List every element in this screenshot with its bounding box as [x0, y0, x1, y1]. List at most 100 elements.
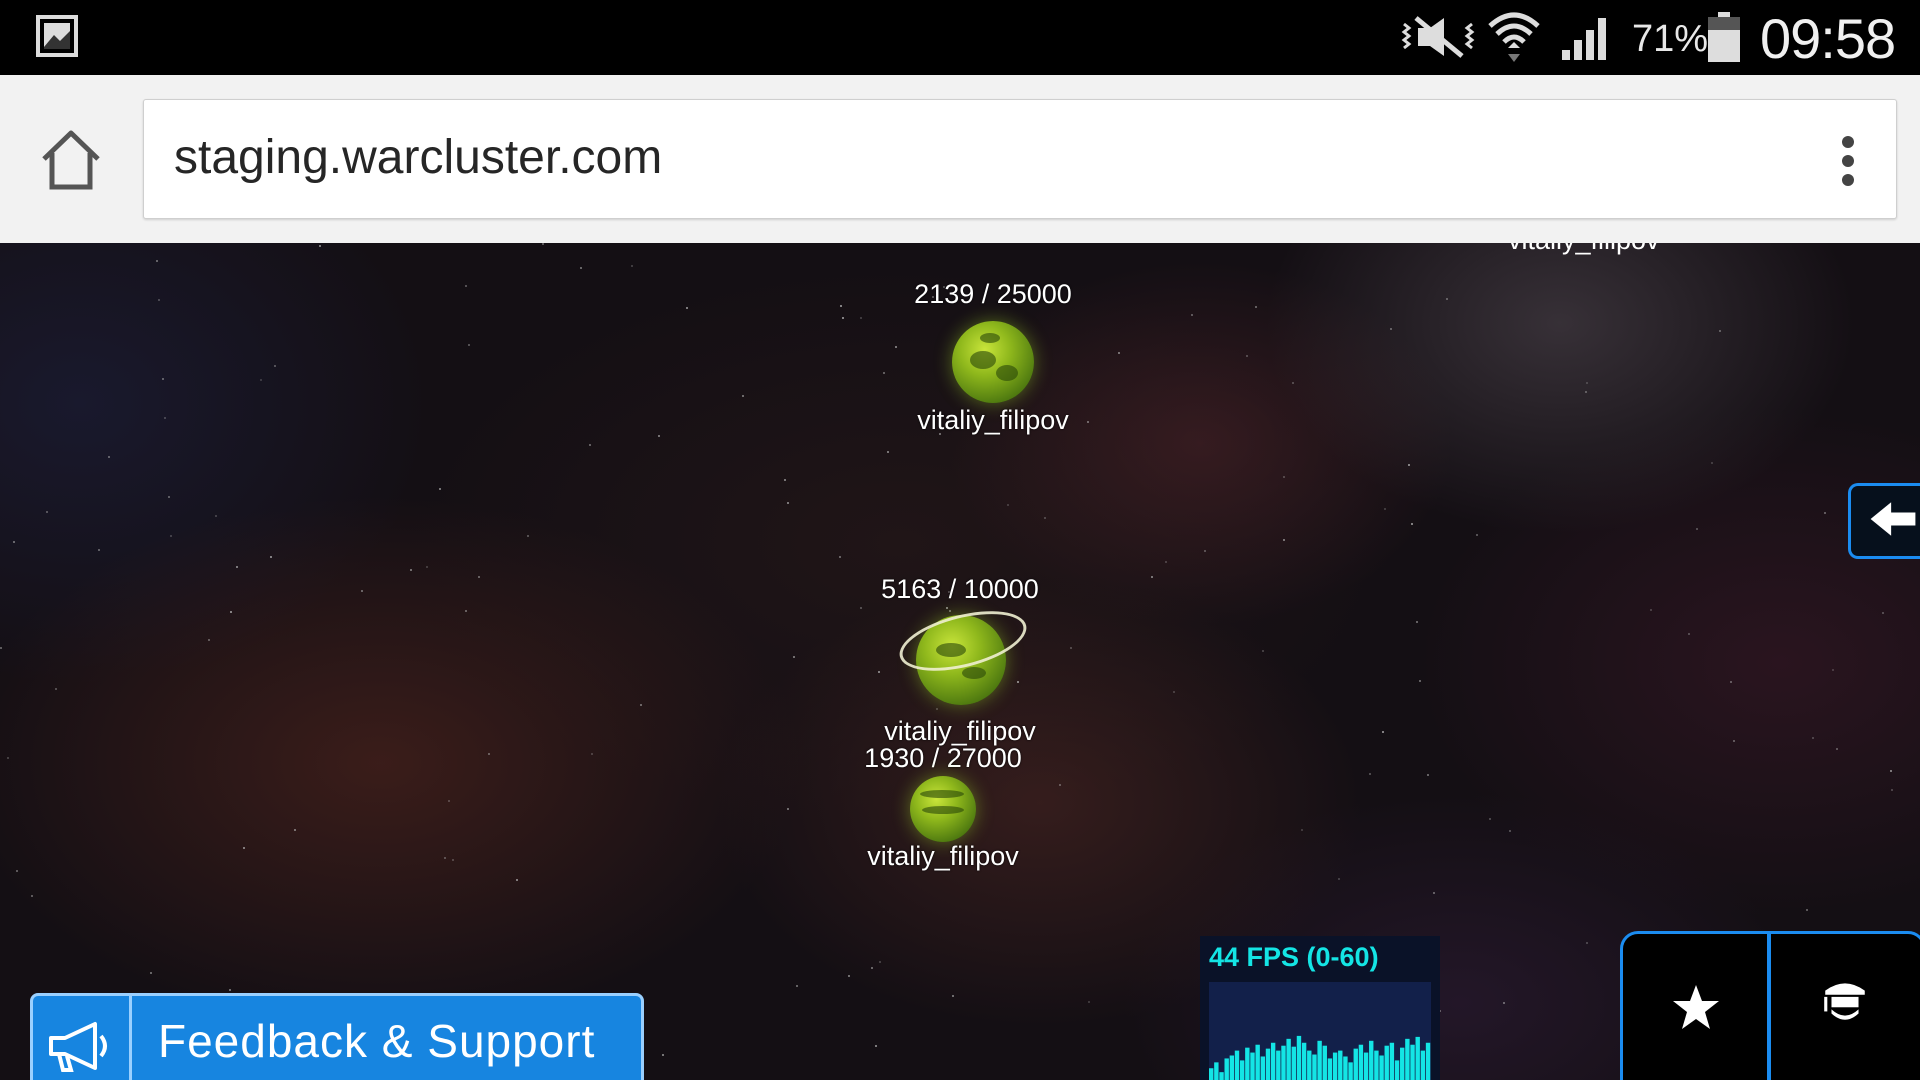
- star: [895, 346, 897, 348]
- star: [294, 829, 296, 831]
- star: [1585, 391, 1587, 393]
- planet-population: 5163 / 10000: [881, 574, 1039, 604]
- star: [270, 556, 272, 558]
- fps-bar: [1296, 1035, 1302, 1080]
- graduation-cap-icon: [1824, 983, 1865, 1020]
- star: [1824, 512, 1826, 514]
- fps-bar: [1281, 1045, 1286, 1080]
- star: [1262, 650, 1264, 652]
- star: [784, 479, 786, 481]
- game-canvas[interactable]: vitaliy_filipov 2139 / 25000 vitaliy_fil…: [0, 243, 1920, 1080]
- clock: 09:58: [1760, 7, 1896, 70]
- address-bar[interactable]: staging.warcluster.com: [143, 99, 1897, 219]
- fps-bar: [1214, 1062, 1219, 1080]
- star: [1088, 1001, 1090, 1003]
- fps-bar: [1353, 1048, 1358, 1080]
- star: [516, 879, 518, 881]
- favorites-button[interactable]: [1620, 931, 1770, 1080]
- tutorial-button[interactable]: [1768, 931, 1920, 1080]
- star: [1419, 680, 1421, 682]
- planet-owner: vitaliy_filipov: [917, 405, 1069, 435]
- star: [1891, 789, 1893, 791]
- star: [108, 456, 110, 458]
- battery-percent: 71%: [1632, 18, 1709, 60]
- url-text[interactable]: staging.warcluster.com: [174, 130, 662, 185]
- star: [1408, 464, 1410, 466]
- star: [1017, 681, 1019, 683]
- star: [591, 753, 593, 755]
- fps-bar: [1327, 1058, 1333, 1080]
- star: [542, 243, 544, 245]
- star: [361, 590, 363, 592]
- star: [1059, 784, 1061, 786]
- star: [1283, 476, 1285, 478]
- star: [1586, 382, 1588, 384]
- star: [465, 610, 467, 612]
- star: [1007, 504, 1009, 506]
- star: [243, 847, 245, 849]
- star: [875, 1045, 877, 1047]
- fps-bar: [1286, 1038, 1291, 1080]
- fps-bar: [1405, 1038, 1410, 1080]
- star: [640, 704, 642, 706]
- planet-population: 1930 / 27000: [864, 743, 1022, 773]
- side-panel-toggle-button[interactable]: [1848, 483, 1920, 559]
- star: [1688, 633, 1690, 635]
- star: [1070, 647, 1072, 649]
- fps-bar: [1363, 1052, 1369, 1080]
- feedback-support-button[interactable]: Feedback & Support: [30, 993, 644, 1080]
- star: [229, 989, 231, 991]
- fps-bar: [1270, 1042, 1276, 1080]
- star: [1246, 355, 1248, 357]
- star: [1733, 740, 1735, 742]
- star: [1292, 382, 1294, 384]
- star: [215, 515, 217, 517]
- star: [1151, 576, 1153, 578]
- planet[interactable]: [910, 776, 976, 842]
- fps-meter: 44 FPS (0-60): [1200, 936, 1440, 1080]
- star: [46, 511, 48, 513]
- star: [1476, 534, 1478, 536]
- home-icon[interactable]: [38, 127, 104, 193]
- star: [1812, 737, 1814, 739]
- hud-panel: [1620, 931, 1920, 1080]
- star: [1489, 818, 1491, 820]
- fps-bar: [1374, 1050, 1379, 1080]
- star: [949, 610, 951, 612]
- megaphone-icon: [49, 1022, 107, 1072]
- star: [787, 808, 789, 810]
- signal-icon: [1562, 18, 1606, 60]
- star: [860, 607, 862, 609]
- fps-bar: [1239, 1060, 1245, 1080]
- star-icon: [1673, 985, 1719, 1029]
- star: [1503, 1002, 1505, 1004]
- fps-bar: [1312, 1054, 1317, 1080]
- planet[interactable]: [952, 321, 1034, 403]
- star: [589, 444, 591, 446]
- mute-vibrate-icon: [1401, 16, 1475, 58]
- fps-bar: [1301, 1042, 1307, 1080]
- star: [158, 299, 160, 301]
- star: [1204, 550, 1206, 552]
- star: [98, 549, 100, 551]
- star: [1283, 539, 1285, 541]
- fps-bar: [1229, 1055, 1235, 1080]
- star: [168, 496, 170, 498]
- overflow-menu-icon[interactable]: [1838, 136, 1858, 186]
- star: [686, 307, 688, 309]
- star: [796, 985, 798, 987]
- fps-bar: [1425, 1042, 1431, 1080]
- star: [1650, 609, 1652, 611]
- star: [1433, 892, 1435, 894]
- star: [1586, 942, 1588, 944]
- star: [1191, 314, 1193, 316]
- fps-bar: [1219, 1072, 1224, 1080]
- star: [55, 688, 57, 690]
- star: [1301, 829, 1303, 831]
- star: [1165, 561, 1167, 563]
- star: [1836, 748, 1838, 750]
- star: [840, 305, 842, 307]
- fps-bar: [1348, 1062, 1353, 1080]
- fps-bar: [1369, 1040, 1374, 1080]
- star: [1427, 774, 1429, 776]
